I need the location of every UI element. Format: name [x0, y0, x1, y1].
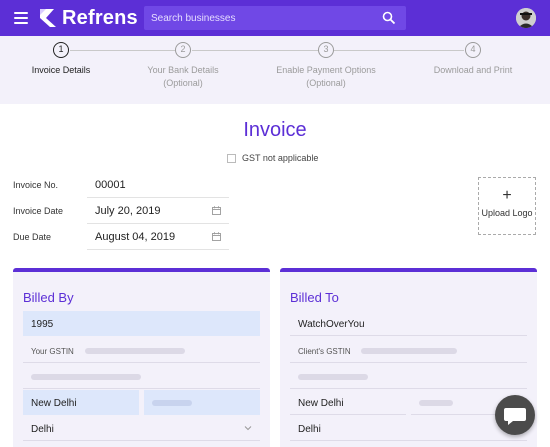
refrens-logo-mark-icon: [40, 9, 56, 27]
chevron-down-icon: [244, 426, 252, 431]
state-select[interactable]: Delhi: [23, 416, 260, 441]
step-optional-text: (Optional): [163, 78, 203, 88]
step-connector: [192, 50, 318, 51]
client-city-input[interactable]: New Delhi: [290, 390, 406, 415]
refrens-logo[interactable]: Refrens: [38, 6, 138, 30]
field-value-text: Delhi: [298, 424, 321, 435]
app-name: Refrens: [62, 6, 138, 29]
field-label: Due Date: [13, 232, 52, 242]
field-label: Client's GSTIN: [298, 347, 351, 356]
avatar-photo-icon: [516, 8, 536, 28]
user-avatar[interactable]: [516, 8, 536, 28]
field-value-text: July 20, 2019: [95, 205, 161, 217]
invoice-date-row: Invoice Date July 20, 2019: [13, 198, 229, 224]
field-label: Invoice Date: [13, 206, 64, 216]
card-title: Billed By: [23, 290, 74, 305]
field-label: Invoice No.: [13, 180, 59, 190]
step-connector: [70, 50, 175, 51]
field-label: Your GSTIN: [31, 347, 74, 356]
billed-by-card: Billed By 1995 Your GSTIN New Delhi Delh…: [13, 268, 270, 447]
step-number: 3: [318, 42, 334, 58]
top-navigation-bar: Refrens: [0, 0, 550, 36]
invoice-steps: 1 Invoice Details 2 Your Bank Details (O…: [0, 36, 550, 104]
redacted-address: [31, 374, 141, 381]
step-label-text: Your Bank Details: [147, 65, 219, 75]
gst-not-applicable-checkbox[interactable]: GST not applicable: [227, 153, 318, 163]
step-label: Download and Print: [433, 65, 513, 75]
field-value-text: Delhi: [31, 424, 54, 435]
step-number: 4: [465, 42, 481, 58]
field-value-text: August 04, 2019: [95, 231, 176, 243]
address-input[interactable]: [23, 364, 260, 389]
step-number: 2: [175, 42, 191, 58]
your-gstin-input[interactable]: Your GSTIN: [23, 338, 260, 363]
plus-icon: +: [502, 187, 512, 204]
invoice-date-input[interactable]: July 20, 2019: [87, 198, 229, 224]
invoice-number-row: Invoice No. 00001: [13, 172, 229, 198]
step-connector: [334, 50, 464, 51]
client-gstin-input[interactable]: Client's GSTIN: [290, 338, 527, 363]
client-state-select[interactable]: Delhi: [290, 416, 527, 441]
search-icon[interactable]: [382, 11, 396, 25]
menu-icon[interactable]: [14, 12, 28, 24]
redacted-gstin: [361, 348, 458, 355]
step-number: 1: [53, 42, 69, 58]
invoice-number-input[interactable]: 00001: [87, 172, 229, 198]
field-value-text: New Delhi: [298, 398, 344, 409]
step-label-text: Enable Payment Options: [276, 65, 376, 75]
step-label: Invoice Details: [31, 65, 91, 75]
postal-code-input[interactable]: [144, 390, 260, 415]
redacted-postal-code: [419, 400, 453, 407]
due-date-row: Due Date August 04, 2019: [13, 224, 229, 250]
redacted-gstin: [84, 348, 185, 355]
client-address-input[interactable]: [290, 364, 527, 389]
step-label: Enable Payment Options (Optional): [256, 64, 396, 90]
step-download-print[interactable]: 4 Download and Print: [403, 42, 543, 77]
due-date-input[interactable]: August 04, 2019: [87, 224, 229, 250]
card-title: Billed To: [290, 290, 339, 305]
checkbox-box[interactable]: [227, 153, 236, 163]
redacted-address: [298, 374, 368, 381]
chat-bubble-icon: [504, 408, 526, 425]
checkbox-label: GST not applicable: [242, 153, 319, 163]
step-invoice-details[interactable]: 1 Invoice Details: [0, 42, 131, 77]
step-label: Your Bank Details (Optional): [113, 64, 253, 90]
calendar-icon[interactable]: [212, 206, 221, 215]
city-input[interactable]: New Delhi: [23, 390, 139, 415]
client-name-input[interactable]: WatchOverYou: [290, 311, 527, 336]
step-optional-text: (Optional): [306, 78, 346, 88]
upload-logo-label: Upload Logo: [481, 208, 533, 218]
field-value-text: 00001: [95, 179, 126, 191]
page-title: Invoice: [243, 119, 307, 141]
chat-support-button[interactable]: [495, 395, 535, 435]
calendar-icon[interactable]: [212, 232, 221, 241]
field-value-text: 1995: [31, 319, 54, 330]
upload-logo-button[interactable]: + Upload Logo: [478, 177, 536, 235]
redacted-postal-code: [152, 400, 192, 407]
search-box: [144, 6, 406, 30]
field-value-text: WatchOverYou: [298, 319, 365, 330]
search-input[interactable]: [144, 12, 374, 24]
business-name-input[interactable]: 1995: [23, 311, 260, 336]
field-value-text: New Delhi: [31, 398, 77, 409]
